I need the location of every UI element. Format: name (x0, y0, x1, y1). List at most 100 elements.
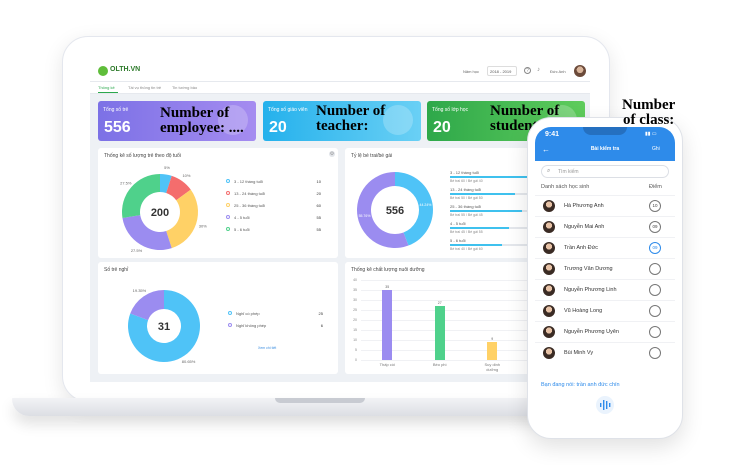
annotation-line: Number (622, 97, 676, 113)
ratio-row-sub: Bé trai 60 / Bé gái 40 (450, 179, 483, 183)
absent-legend: Nghỉ có phép 25 Nghỉ không phép 6 (228, 310, 323, 340)
annotation-line: teacher: (316, 118, 369, 134)
legend-value: 55 (316, 215, 321, 220)
score-circle[interactable]: 09 (649, 221, 661, 233)
score-circle[interactable] (649, 347, 661, 359)
save-button[interactable]: Ghi (652, 146, 660, 152)
school-year-label: Năm học (463, 69, 480, 74)
ratio-bar-fill (450, 193, 515, 195)
y-tick-label: 40 (353, 278, 357, 282)
y-tick-label: 0 (355, 358, 357, 362)
student-row[interactable]: Nguyễn Phương Uyên (535, 321, 675, 342)
annotation-line: Number of (160, 105, 230, 121)
settings-icon[interactable]: ⚙ (329, 151, 335, 157)
top-bar: OLTH.VN Năm học 2018 - 2019 ? ♪ Đức Anh (90, 60, 590, 82)
legend-label: 13 - 24 tháng tuổi (234, 191, 266, 196)
score-circle[interactable] (649, 326, 661, 338)
panel-absent: Số trẻ nghỉ 80.65% 19.35% 31 Nghỉ có phép 2… (98, 262, 338, 374)
ratio-row-sub: Bé trai 55 / Bé gái 45 (450, 213, 483, 217)
ratio-row-label: 25 - 36 tháng tuổi (450, 204, 482, 209)
annotation-line: of class: (623, 112, 675, 128)
bar[interactable] (434, 306, 445, 360)
y-tick-label: 25 (353, 308, 357, 312)
panel-age-stats: Thống kê số lượng trẻ theo độ tuổi ⚙ 5% 1… (98, 148, 338, 258)
slice-label: 27.5% (120, 180, 132, 185)
score-circle[interactable]: 10 (649, 200, 661, 212)
x-tick-label: Suy dinh dưỡng (484, 362, 501, 372)
stat-card-value: 20 (269, 119, 287, 136)
phone-header: 9:41 ▮▮ ▭ ← Bài kiểm tra Ghi (535, 127, 675, 161)
tab-statistics[interactable]: Thông kê (98, 85, 115, 90)
student-row[interactable]: Trần Anh Đức 09 (535, 237, 675, 258)
absent-donut-chart: 80.65% 19.35% 31 (128, 288, 200, 364)
annotation-class: Number of class: (622, 98, 675, 128)
legend-value: 55 (316, 227, 321, 232)
legend-value: 20 (316, 191, 321, 196)
bell-icon[interactable]: ♪ (535, 67, 542, 74)
microphone-icon[interactable] (595, 395, 615, 415)
legend-swatch (228, 311, 232, 315)
legend-swatch (226, 179, 230, 183)
annotation-employee: Number of employee: .... (160, 106, 244, 136)
view-details-link[interactable]: Xem chi tiết (258, 346, 276, 350)
legend-value: 10 (316, 179, 321, 184)
score-circle[interactable] (649, 284, 661, 296)
y-tick-label: 35 (353, 288, 357, 292)
ratio-row-sub: Bé trai 40 / Bé gái 60 (450, 247, 483, 251)
student-row[interactable]: Bùi Minh Vy (535, 342, 675, 363)
bar-value-label: 27 (437, 301, 442, 305)
ratio-row-label: 13 - 24 tháng tuổi (450, 187, 482, 192)
phone-title: Bài kiểm tra (590, 146, 620, 152)
legend-label: Nghỉ không phép (236, 323, 267, 328)
legend-item: 13 - 24 tháng tuổi 20 (226, 190, 321, 197)
legend-swatch (226, 191, 230, 195)
legend-label: 3 - 12 tháng tuổi (234, 179, 263, 184)
bar[interactable] (382, 290, 393, 360)
legend-swatch (226, 215, 230, 219)
tab-news[interactable]: Tin tường bảo (172, 85, 197, 90)
student-row[interactable]: Hà Phương Anh 10 (535, 195, 675, 216)
phone-notch (583, 127, 627, 135)
student-name: Nguyễn Mai Anh (564, 224, 605, 230)
student-row[interactable]: Trương Văn Dương (535, 258, 675, 279)
age-legend: 3 - 12 tháng tuổi 10 13 - 24 tháng tuổi 20 2… (226, 178, 321, 238)
donut-center-value: 200 (151, 207, 169, 219)
student-row[interactable]: Vũ Hoàng Long (535, 300, 675, 321)
slice-label: 80.65% (182, 359, 196, 364)
y-tick-label: 15 (353, 328, 357, 332)
legend-label: 4 - 5 tuổi (234, 215, 250, 220)
legend-swatch (228, 323, 232, 327)
help-icon[interactable]: ? (524, 67, 531, 74)
stat-card-label: Tổng số giáo viên (268, 107, 308, 113)
avatar[interactable] (574, 65, 586, 77)
legend-item: Nghỉ không phép 6 (228, 322, 323, 329)
student-name: Nguyễn Phương Linh (564, 287, 617, 293)
student-row[interactable]: Nguyễn Mai Anh 09 (535, 216, 675, 237)
student-name: Trương Văn Dương (564, 266, 613, 272)
teacher-icon (383, 105, 413, 135)
tab-child-info[interactable]: Tài vụ thông tin trẻ (128, 85, 161, 90)
score-circle[interactable]: 09 (649, 242, 661, 254)
ratio-bar-fill (450, 244, 502, 246)
panel-title: Thống kê số lượng trẻ theo độ tuổi (104, 153, 181, 159)
bar-value-label: 9 (491, 337, 494, 341)
score-header: Điểm (649, 184, 662, 190)
legend-swatch (226, 227, 230, 231)
back-arrow-icon[interactable]: ← (542, 145, 550, 154)
student-avatar (543, 284, 555, 296)
bar[interactable] (487, 342, 498, 360)
user-name[interactable]: Đức Anh (550, 69, 566, 74)
ratio-bar-fill (450, 210, 522, 212)
student-avatar (543, 221, 555, 233)
ratio-row-sub: Bé trai 45 / Bé gái 55 (450, 230, 483, 234)
student-list: Hà Phương Anh 10 Nguyễn Mai Anh 09 Trần Anh … (535, 195, 675, 375)
school-year-select[interactable]: 2018 - 2019 (487, 66, 517, 76)
student-avatar (543, 242, 555, 254)
score-circle[interactable] (649, 263, 661, 275)
stat-card-value: 20 (433, 119, 451, 136)
score-circle[interactable] (649, 305, 661, 317)
student-row[interactable]: Nguyễn Phương Linh (535, 279, 675, 300)
legend-item: 5 - 6 tuổi 55 (226, 226, 321, 233)
search-input[interactable]: ⌕ Tìm kiếm (541, 165, 669, 178)
age-donut-chart: 5% 10% 30% 27.5% 27.5% 200 (120, 165, 207, 253)
